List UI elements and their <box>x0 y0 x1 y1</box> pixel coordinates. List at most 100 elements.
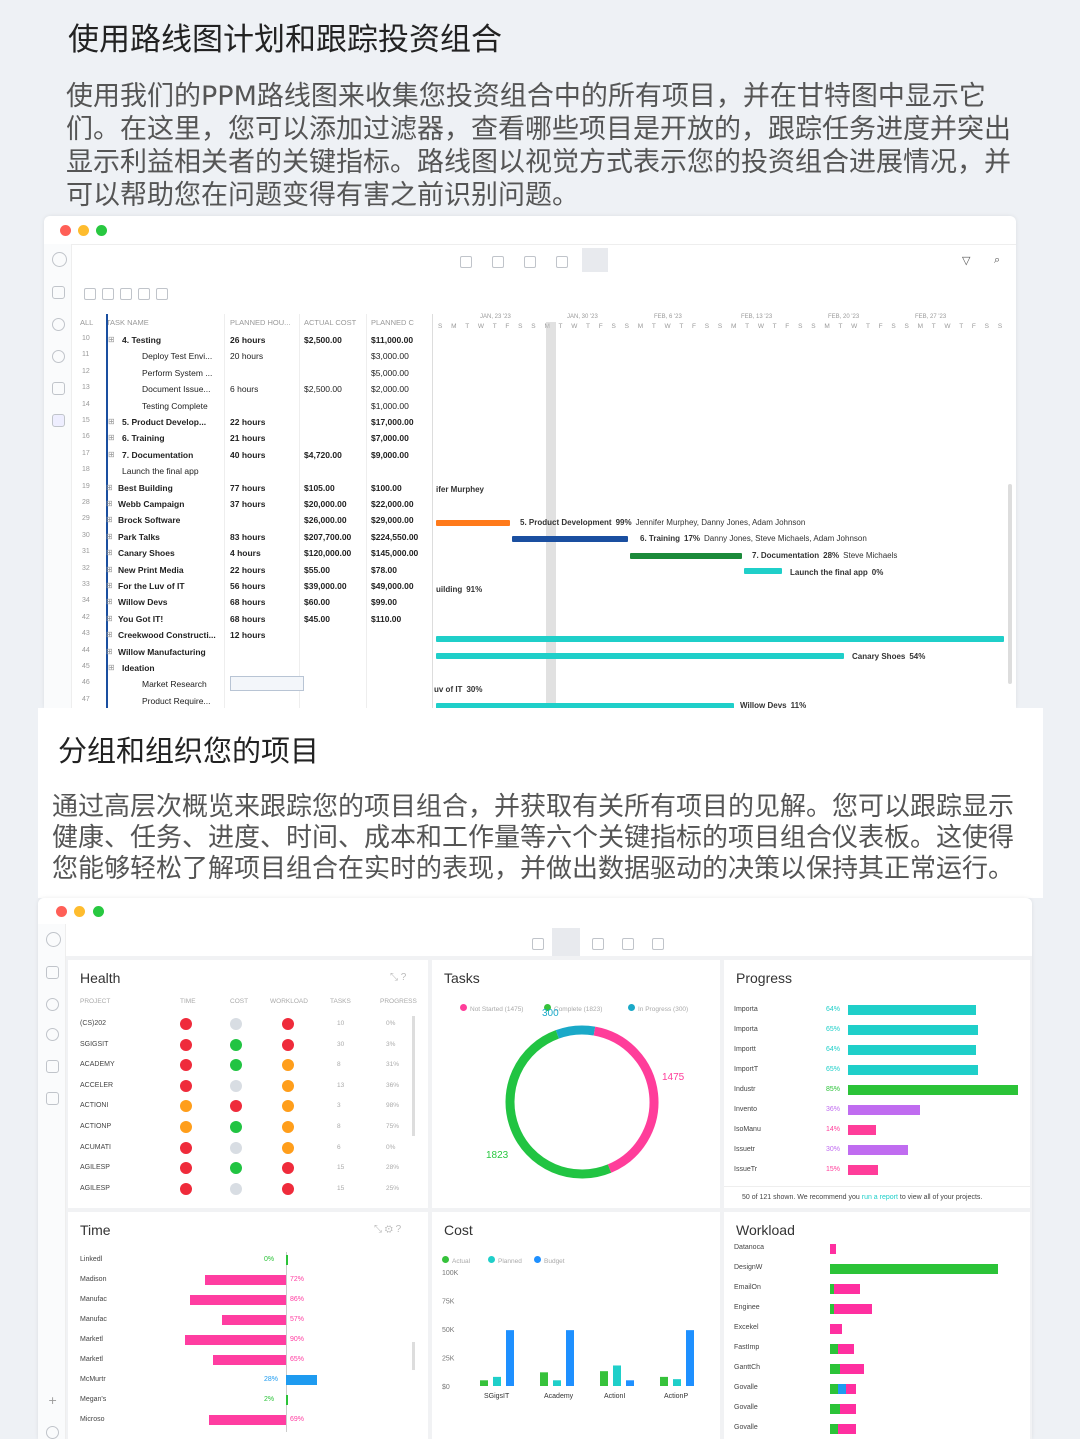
expand-icon[interactable]: ⊞ <box>106 483 113 492</box>
task-row[interactable]: 47 Product Require... <box>78 693 438 708</box>
not-started-arc[interactable] <box>593 1026 659 1173</box>
progress-row[interactable]: ImportT 65% <box>734 1064 1030 1078</box>
home-icon[interactable] <box>46 966 59 979</box>
health-col-header[interactable]: TASKS <box>330 998 351 1005</box>
expand-icon[interactable]: ⊞ <box>108 433 115 442</box>
dashboard-view-tab[interactable] <box>552 928 580 956</box>
task-row[interactable]: 16 ⊞ 6. Training 21 hours $7,000.00 <box>78 430 438 446</box>
refresh-icon[interactable] <box>52 318 65 331</box>
progress-row[interactable]: Industr 85% <box>734 1084 1030 1098</box>
task-row[interactable]: 43 ⊞ Creekwood Constructi... 12 hours <box>78 627 438 643</box>
progress-row[interactable]: Invento 36% <box>734 1104 1030 1118</box>
cost-bar-actual[interactable] <box>660 1376 668 1386</box>
minimize-dot-icon[interactable] <box>74 906 85 917</box>
task-name[interactable]: Testing Complete <box>142 401 258 411</box>
workload-row[interactable]: FastImp <box>734 1342 1030 1356</box>
cost-bar-budget[interactable] <box>566 1330 574 1386</box>
time-scrollbar[interactable] <box>412 1342 415 1370</box>
col-planned-hours[interactable]: PLANNED HOU... <box>230 318 290 327</box>
health-col-header[interactable]: WORKLOAD <box>270 998 308 1005</box>
workload-row[interactable]: Enginee <box>734 1302 1030 1316</box>
task-row[interactable]: 13 Document Issue... 6 hours $2,500.00 $2,00… <box>78 381 438 397</box>
gantt-bar[interactable] <box>512 536 628 542</box>
in-progress-arc[interactable] <box>555 1025 596 1039</box>
col-all[interactable]: ALL <box>80 318 93 327</box>
progress-row[interactable]: Importa 65% <box>734 1024 1030 1038</box>
expand-icon[interactable]: ⊞ <box>106 614 113 623</box>
logo-icon[interactable] <box>46 932 61 947</box>
run-report-link[interactable]: run a report <box>862 1194 898 1201</box>
list-view-icon[interactable] <box>532 938 544 950</box>
task-row[interactable]: 18 Launch the final app <box>78 463 438 479</box>
progress-row[interactable]: Issuetr 30% <box>734 1144 1030 1158</box>
workload-row[interactable]: EmailOn <box>734 1282 1030 1296</box>
task-row[interactable]: 34 ⊞ Willow Devs 68 hours $60.00 $99.00 <box>78 594 438 610</box>
expand-icon[interactable]: ⊞ <box>108 335 115 344</box>
columns-icon[interactable] <box>156 288 168 300</box>
time-row[interactable]: Marketl 90% <box>80 1334 420 1348</box>
health-row[interactable]: (CS)202 10 0% <box>80 1016 420 1034</box>
workload-row[interactable]: Datanoca <box>734 1242 1030 1256</box>
gantt-view-icon[interactable] <box>652 938 664 950</box>
workload-row[interactable]: DesignW <box>734 1262 1030 1276</box>
task-row[interactable]: 17 ⊞ 7. Documentation 40 hours $4,720.00 $9,0… <box>78 447 438 463</box>
expand-icon[interactable]: ⊞ <box>106 597 113 606</box>
progress-row[interactable]: IssueTr 15% <box>734 1164 1030 1178</box>
time-row[interactable]: Megan's 2% <box>80 1394 420 1408</box>
expand-icon[interactable]: ⊞ <box>106 581 113 590</box>
add-icon[interactable]: + <box>48 1394 57 1407</box>
expand-icon[interactable]: ⊞ <box>106 647 113 656</box>
filter-icon[interactable]: ▽ <box>962 254 970 267</box>
clock-icon[interactable] <box>52 350 65 363</box>
workload-row[interactable]: Govalle <box>734 1382 1030 1396</box>
cell-editor[interactable] <box>230 676 304 692</box>
task-row[interactable]: 44 ⊞ Willow Manufacturing <box>78 644 438 660</box>
time-row[interactable]: Manufac 57% <box>80 1314 420 1328</box>
health-row[interactable]: AGILESP 15 25% <box>80 1181 420 1199</box>
task-row[interactable]: 32 ⊞ New Print Media 22 hours $55.00 $78.00 <box>78 562 438 578</box>
health-col-header[interactable]: TIME <box>180 998 196 1005</box>
users-icon[interactable] <box>46 1060 59 1073</box>
time-row[interactable]: McMurtr 28% <box>80 1374 420 1388</box>
maximize-dot-icon[interactable] <box>96 225 107 236</box>
health-scrollbar[interactable] <box>412 1016 415 1136</box>
health-col-header[interactable]: PROJECT <box>80 998 110 1005</box>
task-name[interactable]: Perform System ... <box>142 368 258 378</box>
minimize-dot-icon[interactable] <box>78 225 89 236</box>
progress-row[interactable]: Importt 64% <box>734 1044 1030 1058</box>
time-row[interactable]: Manufac 86% <box>80 1294 420 1308</box>
expand-icon[interactable]: ⤡ ⚙ ? <box>374 1224 401 1235</box>
task-row[interactable]: 33 ⊞ For the Luv of IT 56 hours $39,000.00 $4… <box>78 578 438 594</box>
expand-icon[interactable]: ⊞ <box>106 630 113 639</box>
task-row[interactable]: 12 Perform System ... $5,000.00 <box>78 365 438 381</box>
task-row[interactable]: 10 ⊞ 4. Testing 26 hours $2,500.00 $11,000.00 <box>78 332 438 348</box>
task-row[interactable]: 19 ⊞ Best Building 77 hours $105.00 $100.00 <box>78 480 438 496</box>
cost-bar-planned[interactable] <box>613 1365 621 1386</box>
gantt-bar[interactable] <box>436 653 844 659</box>
close-dot-icon[interactable] <box>60 225 71 236</box>
task-row[interactable]: 11 Deploy Test Envi... 20 hours $3,000.00 <box>78 348 438 364</box>
cost-bar-budget[interactable] <box>686 1330 694 1386</box>
logo-icon[interactable] <box>52 252 67 267</box>
indent-icon[interactable] <box>84 288 96 300</box>
cost-bar-budget[interactable] <box>626 1380 634 1386</box>
health-row[interactable]: ACCELER 13 36% <box>80 1078 420 1096</box>
workload-row[interactable]: Govalle <box>734 1422 1030 1436</box>
gantt-bar[interactable] <box>436 636 1004 642</box>
cost-bar-actual[interactable] <box>480 1380 488 1386</box>
expand-icon[interactable]: ⊞ <box>106 515 113 524</box>
chart-view-icon[interactable] <box>492 256 504 268</box>
home-icon[interactable] <box>52 286 65 299</box>
expand-icon[interactable]: ⊞ <box>106 565 113 574</box>
gantt-bar[interactable] <box>744 568 782 574</box>
cost-bar-actual[interactable] <box>540 1372 548 1386</box>
col-planned-cost[interactable]: PLANNED C <box>371 318 414 327</box>
cost-bar-planned[interactable] <box>673 1379 681 1386</box>
task-row[interactable]: 14 Testing Complete $1,000.00 <box>78 398 438 414</box>
task-name[interactable]: Willow Manufacturing <box>118 647 254 657</box>
task-row[interactable]: 29 ⊞ Brock Software $26,000.00 $29,000.00 <box>78 512 438 528</box>
health-row[interactable]: ACTIONP 8 75% <box>80 1119 420 1137</box>
refresh-icon[interactable] <box>46 998 59 1011</box>
task-row[interactable]: 15 ⊞ 5. Product Develop... 22 hours $17,000.… <box>78 414 438 430</box>
workload-row[interactable]: Excekel <box>734 1322 1030 1336</box>
